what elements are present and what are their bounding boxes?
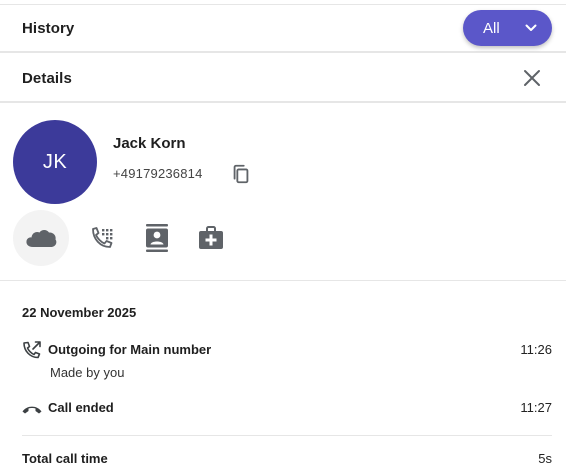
chevron-down-icon	[524, 21, 538, 35]
avatar-initials: JK	[42, 150, 68, 173]
avatar: JK	[13, 120, 97, 204]
event-title: Outgoing for Main number	[48, 342, 212, 357]
section-divider	[0, 280, 566, 281]
contact-phone: +49179236814	[113, 166, 203, 181]
details-header: Details	[0, 55, 566, 103]
contact-card-icon[interactable]	[144, 224, 170, 252]
event-title: Call ended	[48, 400, 114, 415]
salesforce-button[interactable]	[13, 210, 69, 266]
event-time: 11:26	[520, 342, 552, 357]
total-divider	[22, 435, 552, 436]
copy-icon[interactable]	[230, 163, 252, 185]
medical-kit-icon[interactable]	[198, 225, 224, 251]
history-filter-label: All	[483, 19, 500, 37]
log-date: 22 November 2025	[22, 305, 137, 320]
total-call-time-value: 5s	[538, 451, 552, 466]
history-header: History All	[0, 5, 566, 53]
history-filter-dropdown[interactable]: All	[463, 10, 552, 46]
details-title: Details	[22, 69, 72, 87]
total-call-time-label: Total call time	[22, 451, 108, 466]
event-subtitle: Made by you	[50, 365, 125, 380]
salesforce-cloud-icon	[24, 226, 58, 250]
contact-name: Jack Korn	[113, 135, 186, 152]
close-icon[interactable]	[522, 68, 542, 88]
call-ended-icon	[21, 403, 43, 415]
outgoing-call-icon	[22, 340, 42, 360]
dialpad-call-icon[interactable]	[90, 226, 116, 250]
history-title: History	[22, 19, 75, 37]
event-time: 11:27	[520, 400, 552, 415]
